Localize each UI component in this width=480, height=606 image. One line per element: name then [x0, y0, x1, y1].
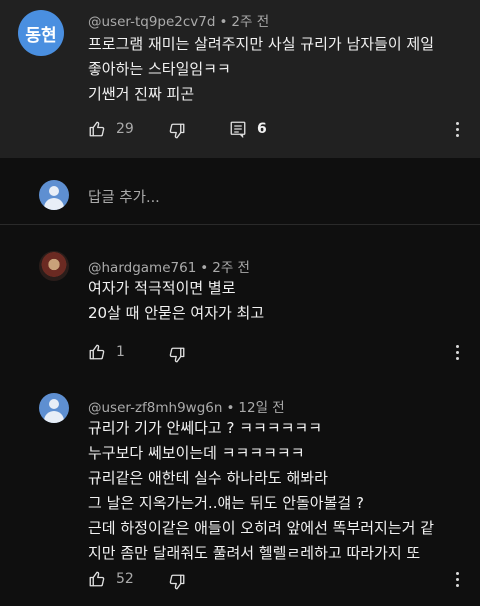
more-vert-icon[interactable] [456, 122, 460, 138]
dislike-button[interactable] [168, 346, 186, 364]
dislike-button[interactable] [168, 122, 186, 140]
divider [0, 224, 480, 225]
like-button[interactable]: 29 [88, 120, 134, 138]
avatar[interactable] [39, 393, 69, 423]
username[interactable]: @user-zf8mh9wg6n [88, 400, 222, 416]
reply-count: 6 [257, 121, 267, 137]
timestamp[interactable]: 2주 전 [231, 14, 269, 30]
like-count: 52 [116, 571, 134, 587]
username[interactable]: @user-tq9pe2cv7d [88, 14, 215, 30]
comment-text: 여자가 적극적이면 별로 20살 때 안묻은 여자가 최고 [88, 279, 265, 322]
thumbs-up-icon [88, 343, 106, 361]
more-vert-icon[interactable] [456, 345, 460, 361]
like-button[interactable]: 52 [88, 570, 134, 588]
comment-reply-icon [229, 120, 247, 138]
like-count: 1 [116, 344, 125, 360]
username[interactable]: @hardgame761 [88, 260, 196, 276]
comment-text: 규리가 기가 안쎄다고 ? ㅋㅋㅋㅋㅋㅋ 누구보다 쎄보이는데 ㅋㅋㅋㅋㅋㅋ 규… [88, 419, 435, 562]
timestamp[interactable]: 12일 전 [238, 400, 284, 416]
comment-meta: @hardgame761 • 2주 전 [88, 260, 250, 276]
timestamp[interactable]: 2주 전 [212, 260, 250, 276]
avatar [39, 180, 69, 210]
thumbs-up-icon [88, 570, 106, 588]
reply-input[interactable]: 답글 추가... [88, 186, 160, 207]
like-count: 29 [116, 121, 134, 137]
thumbs-down-icon [168, 122, 186, 140]
avatar-initials: 동현 [25, 25, 57, 46]
avatar[interactable] [39, 251, 69, 281]
thumbs-up-icon [88, 120, 106, 138]
comment-meta: @user-tq9pe2cv7d • 2주 전 [88, 14, 270, 30]
thumbs-down-icon [168, 346, 186, 364]
like-button[interactable]: 1 [88, 343, 125, 361]
parent-comment: 동현 @user-tq9pe2cv7d • 2주 전 프로그램 재미는 살려주지만 … [0, 0, 480, 158]
comment-meta: @user-zf8mh9wg6n • 12일 전 [88, 400, 285, 416]
dislike-button[interactable] [168, 573, 186, 591]
avatar[interactable]: 동현 [18, 10, 64, 56]
more-vert-icon[interactable] [456, 572, 460, 588]
thumbs-down-icon [168, 573, 186, 591]
comment-text: 프로그램 재미는 살려주지만 사실 규리가 남자들이 제일 좋아하는 스타일임ㅋ… [88, 35, 435, 103]
replies-button[interactable]: 6 [229, 120, 267, 138]
